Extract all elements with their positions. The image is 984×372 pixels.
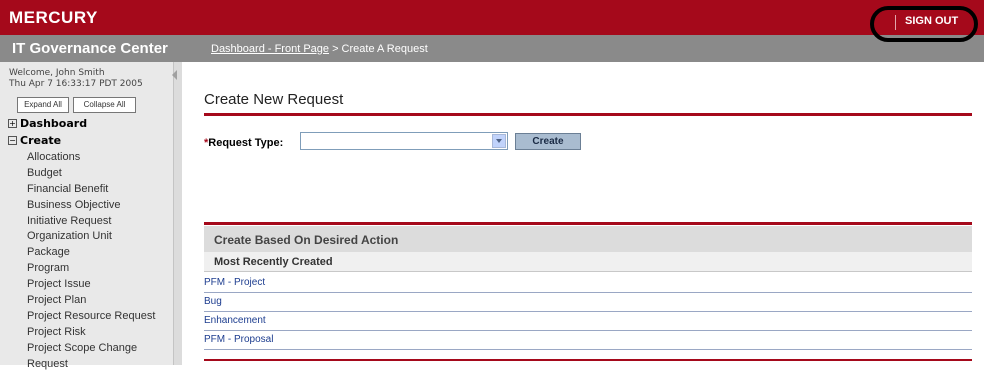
recent-link-enhancement[interactable]: Enhancement — [204, 315, 266, 326]
welcome-message: Welcome, John Smith Thu Apr 7 16:33:17 P… — [9, 68, 143, 90]
list-item: Enhancement — [204, 311, 972, 331]
request-type-select[interactable] — [300, 132, 508, 150]
sidebar-item-dashboard[interactable]: + Dashboard — [8, 117, 87, 130]
app-title: IT Governance Center — [12, 40, 168, 57]
sidebar-item-project-issue[interactable]: Project Issue — [27, 277, 155, 293]
sidebar-item-initiative-request[interactable]: Initiative Request — [27, 214, 155, 230]
sidebar-item-label: Create — [20, 134, 62, 147]
sidebar-item-request[interactable]: Request — [27, 357, 155, 372]
sidebar-item-project-plan[interactable]: Project Plan — [27, 293, 155, 309]
sidebar-resize-handle[interactable] — [173, 62, 182, 365]
create-button[interactable]: Create — [515, 133, 581, 150]
recent-link-pfm-proposal[interactable]: PFM - Proposal — [204, 334, 273, 345]
sidebar-item-project-scope-change[interactable]: Project Scope Change — [27, 341, 155, 357]
sidebar-item-organization-unit[interactable]: Organization Unit — [27, 229, 155, 245]
page-title: Create New Request — [204, 91, 344, 108]
sidebar-item-allocations[interactable]: Allocations — [27, 150, 155, 166]
divider — [204, 113, 972, 116]
divider — [204, 222, 972, 225]
breadcrumb: Dashboard - Front Page > Create A Reques… — [211, 43, 428, 55]
list-item: PFM - Proposal — [204, 330, 972, 350]
breadcrumb-current: > Create A Request — [329, 43, 428, 55]
recent-link-bug[interactable]: Bug — [204, 296, 222, 307]
subsection-title: Most Recently Created — [214, 256, 333, 268]
welcome-user: Welcome, John Smith — [9, 68, 105, 78]
list-item: PFM - Project — [204, 273, 972, 293]
breadcrumb-dashboard-link[interactable]: Dashboard - Front Page — [211, 43, 329, 55]
request-type-label-text: Request Type: — [208, 137, 284, 149]
expand-all-button[interactable]: Expand All — [17, 97, 69, 113]
chevron-down-icon[interactable] — [492, 134, 506, 148]
sidebar-item-project-resource-request[interactable]: Project Resource Request — [27, 309, 155, 325]
section-title: Create Based On Desired Action — [214, 233, 399, 247]
sidebar-item-package[interactable]: Package — [27, 245, 155, 261]
sidebar-item-financial-benefit[interactable]: Financial Benefit — [27, 182, 155, 198]
sidebar-item-label: Dashboard — [20, 117, 88, 130]
request-type-label: *Request Type: — [204, 137, 283, 149]
sidebar-item-project-risk[interactable]: Project Risk — [27, 325, 155, 341]
sidebar-item-business-objective[interactable]: Business Objective — [27, 198, 155, 214]
sidebar-item-budget[interactable]: Budget — [27, 166, 155, 182]
sign-out-link[interactable]: SIGN OUT — [905, 15, 958, 27]
collapse-all-button[interactable]: Collapse All — [73, 97, 136, 113]
sidebar-item-program[interactable]: Program — [27, 261, 155, 277]
collapse-icon[interactable]: − — [8, 136, 17, 145]
expand-icon[interactable]: + — [8, 119, 17, 128]
create-submenu: Allocations Budget Financial Benefit Bus… — [27, 150, 155, 372]
divider — [204, 359, 972, 361]
mercury-logo: MERCURY — [9, 8, 98, 27]
collapse-sidebar-icon[interactable] — [172, 70, 177, 80]
top-bar — [0, 0, 984, 35]
divider — [895, 15, 896, 30]
sidebar-item-create[interactable]: − Create — [8, 134, 61, 147]
list-item: Bug — [204, 292, 972, 312]
recent-link-pfm-project[interactable]: PFM - Project — [204, 277, 265, 288]
welcome-date: Thu Apr 7 16:33:17 PDT 2005 — [9, 79, 143, 89]
